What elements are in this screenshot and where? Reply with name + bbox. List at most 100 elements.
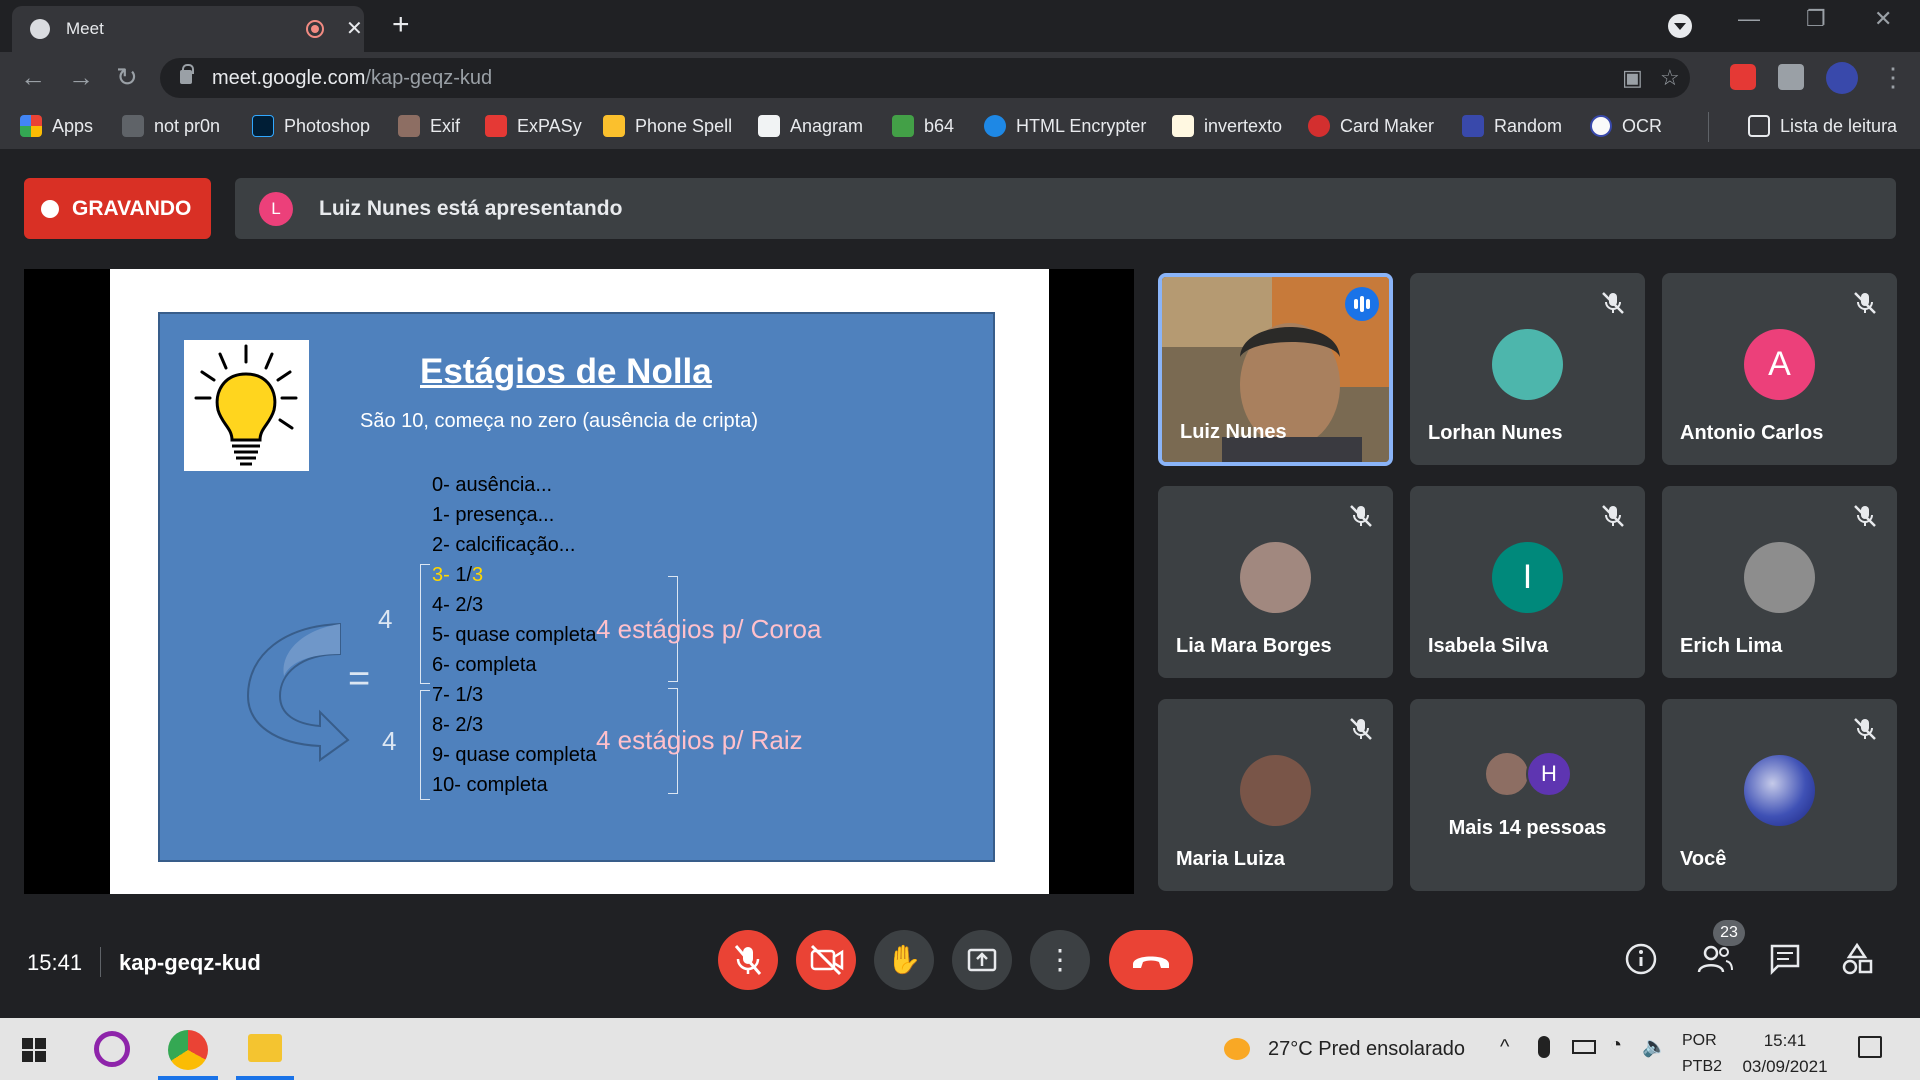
bookmark-b64[interactable]: b64: [892, 115, 954, 137]
bookmark-not-pr0n[interactable]: not pr0n: [122, 115, 220, 137]
left-bracket: [420, 690, 430, 800]
hand-icon: ✋: [886, 944, 922, 975]
window-close-icon[interactable]: ✕: [1874, 6, 1892, 32]
menu-kebab-icon[interactable]: ⋮: [1880, 62, 1906, 93]
participant-name: Erich Lima: [1680, 635, 1783, 657]
raise-hand-button[interactable]: ✋: [874, 930, 934, 990]
address-bar[interactable]: meet.google.com/kap-geqz-kud ▣ ☆: [160, 58, 1690, 98]
chrome-taskbar-icon[interactable]: [168, 1030, 208, 1070]
participant-tile-isabela-silva[interactable]: I Isabela Silva: [1410, 486, 1645, 678]
participants-button[interactable]: [1696, 942, 1734, 983]
participant-tile-more-people[interactable]: H Mais 14 pessoas: [1410, 699, 1645, 891]
participant-tile-antonio-carlos[interactable]: A Antonio Carlos: [1662, 273, 1897, 465]
stage-item: 2- calcificação...: [432, 534, 576, 556]
root-label: 4 estágios p/ Raiz: [596, 725, 803, 755]
volume-icon[interactable]: 🔈: [1642, 1034, 1667, 1059]
windows-start-icon[interactable]: [22, 1038, 46, 1062]
bookmark-exif[interactable]: Exif: [398, 115, 460, 137]
camera-blocked-icon[interactable]: ▣: [1622, 65, 1643, 91]
microphone-toggle-button[interactable]: [718, 930, 778, 990]
microphone-tray-icon[interactable]: [1538, 1036, 1550, 1058]
info-icon: [1625, 943, 1657, 975]
stage-item-denominator: 3: [472, 564, 484, 586]
leave-call-button[interactable]: [1109, 930, 1193, 990]
participant-photo-avatar: [1240, 755, 1311, 826]
chat-button[interactable]: [1768, 942, 1802, 983]
bookmark-favicon: [122, 115, 144, 137]
reading-list[interactable]: Lista de leitura: [1748, 115, 1897, 137]
meeting-controls-bar: 15:41 kap-geqz-kud ✋ ⋮ 23: [0, 920, 1920, 1018]
participant-name: Lia Mara Borges: [1176, 635, 1332, 657]
record-dot-icon: [41, 200, 59, 218]
bookmark-apps[interactable]: Apps: [20, 115, 93, 137]
recording-indicator[interactable]: GRAVANDO: [24, 178, 211, 239]
bookmark-star-icon[interactable]: ☆: [1660, 65, 1680, 91]
battery-icon[interactable]: [1572, 1040, 1596, 1054]
restore-icon[interactable]: ❐: [1806, 6, 1826, 32]
presenting-text: Luiz Nunes está apresentando: [319, 197, 623, 220]
bookmarks-bar: Apps not pr0n Photoshop Exif ExPASy Phon…: [0, 104, 1920, 150]
bookmark-ocr[interactable]: OCR: [1590, 115, 1662, 137]
stage-item: 8- 2/3: [432, 714, 484, 736]
bookmark-invertexto[interactable]: invertexto: [1172, 115, 1282, 137]
meeting-clock: 15:41: [27, 950, 83, 975]
slide-title: Estágios de Nolla: [420, 352, 712, 391]
system-clock[interactable]: 15:41 03/09/2021: [1735, 1028, 1835, 1080]
present-now-button[interactable]: [952, 930, 1012, 990]
tab-search-icon[interactable]: [1668, 14, 1692, 38]
file-explorer-icon[interactable]: [248, 1034, 282, 1062]
participant-name: Maria Luiza: [1176, 848, 1285, 870]
participant-tile-maria-luiza[interactable]: Maria Luiza: [1158, 699, 1393, 891]
recording-indicator-icon: [306, 20, 324, 38]
bookmark-anagram[interactable]: Anagram: [758, 115, 863, 137]
meeting-code: kap-geqz-kud: [119, 950, 261, 975]
bookmark-html-encrypter[interactable]: HTML Encrypter: [984, 115, 1146, 137]
bookmark-photoshop[interactable]: Photoshop: [252, 115, 370, 137]
participant-tile-luiz-nunes[interactable]: Luiz Nunes: [1158, 273, 1393, 466]
puzzle-extensions-icon[interactable]: [1778, 64, 1804, 90]
new-tab-button[interactable]: +: [392, 8, 410, 42]
activities-button[interactable]: [1840, 942, 1874, 983]
bookmark-random[interactable]: Random: [1462, 115, 1562, 137]
participant-tile-lia-mara-borges[interactable]: Lia Mara Borges: [1158, 486, 1393, 678]
wifi-icon[interactable]: ◔: [1610, 1034, 1622, 1057]
forward-icon[interactable]: →: [68, 62, 94, 93]
ocr-icon: [1590, 115, 1612, 137]
recording-label: GRAVANDO: [72, 197, 192, 220]
back-icon[interactable]: ←: [20, 62, 46, 93]
chat-icon: [1770, 944, 1800, 976]
participant-tile-erich-lima[interactable]: Erich Lima: [1662, 486, 1897, 678]
participant-tile-lorhan-nunes[interactable]: Lorhan Nunes: [1410, 273, 1645, 465]
bookmark-card-maker[interactable]: Card Maker: [1308, 115, 1434, 137]
meeting-details-button[interactable]: [1624, 942, 1658, 983]
stage-item: 10- completa: [432, 774, 548, 796]
exif-icon: [398, 115, 420, 137]
keyboard-layout: PTB2: [1682, 1058, 1723, 1075]
tab-title: Meet: [66, 19, 104, 38]
reload-icon[interactable]: ↻: [116, 62, 138, 93]
bookmarks-separator: [1708, 112, 1709, 142]
close-tab-icon[interactable]: ✕: [346, 16, 363, 41]
camera-toggle-button[interactable]: [796, 930, 856, 990]
more-options-button[interactable]: ⋮: [1030, 930, 1090, 990]
browser-tab[interactable]: Meet ✕: [12, 6, 364, 52]
cortana-icon[interactable]: [94, 1031, 130, 1067]
bookmark-phone-spell[interactable]: Phone Spell: [603, 115, 732, 137]
speaking-indicator-icon: [1345, 287, 1379, 321]
extension-icon[interactable]: [1730, 64, 1756, 90]
stage-item-number: 3-: [432, 564, 450, 586]
tray-chevron-icon[interactable]: ^: [1500, 1036, 1509, 1059]
minimize-icon[interactable]: —: [1738, 6, 1760, 32]
participant-photo-avatar: [1484, 751, 1530, 797]
language-indicator[interactable]: POR PTB2: [1682, 1028, 1722, 1080]
expasy-icon: [485, 115, 507, 137]
shapes-icon: [1842, 942, 1873, 975]
profile-avatar[interactable]: [1826, 62, 1858, 94]
bookmark-expasy[interactable]: ExPASy: [485, 115, 582, 137]
presentation-stage[interactable]: Estágios de Nolla São 10, começa no zero…: [24, 269, 1134, 894]
participant-tile-you[interactable]: Você: [1662, 699, 1897, 891]
weather-widget[interactable]: 27°C Pred ensolarado: [1268, 1038, 1465, 1061]
stage-item: 5- quase completa: [432, 624, 597, 646]
gear-icon: [984, 115, 1006, 137]
notifications-icon[interactable]: [1858, 1036, 1882, 1058]
